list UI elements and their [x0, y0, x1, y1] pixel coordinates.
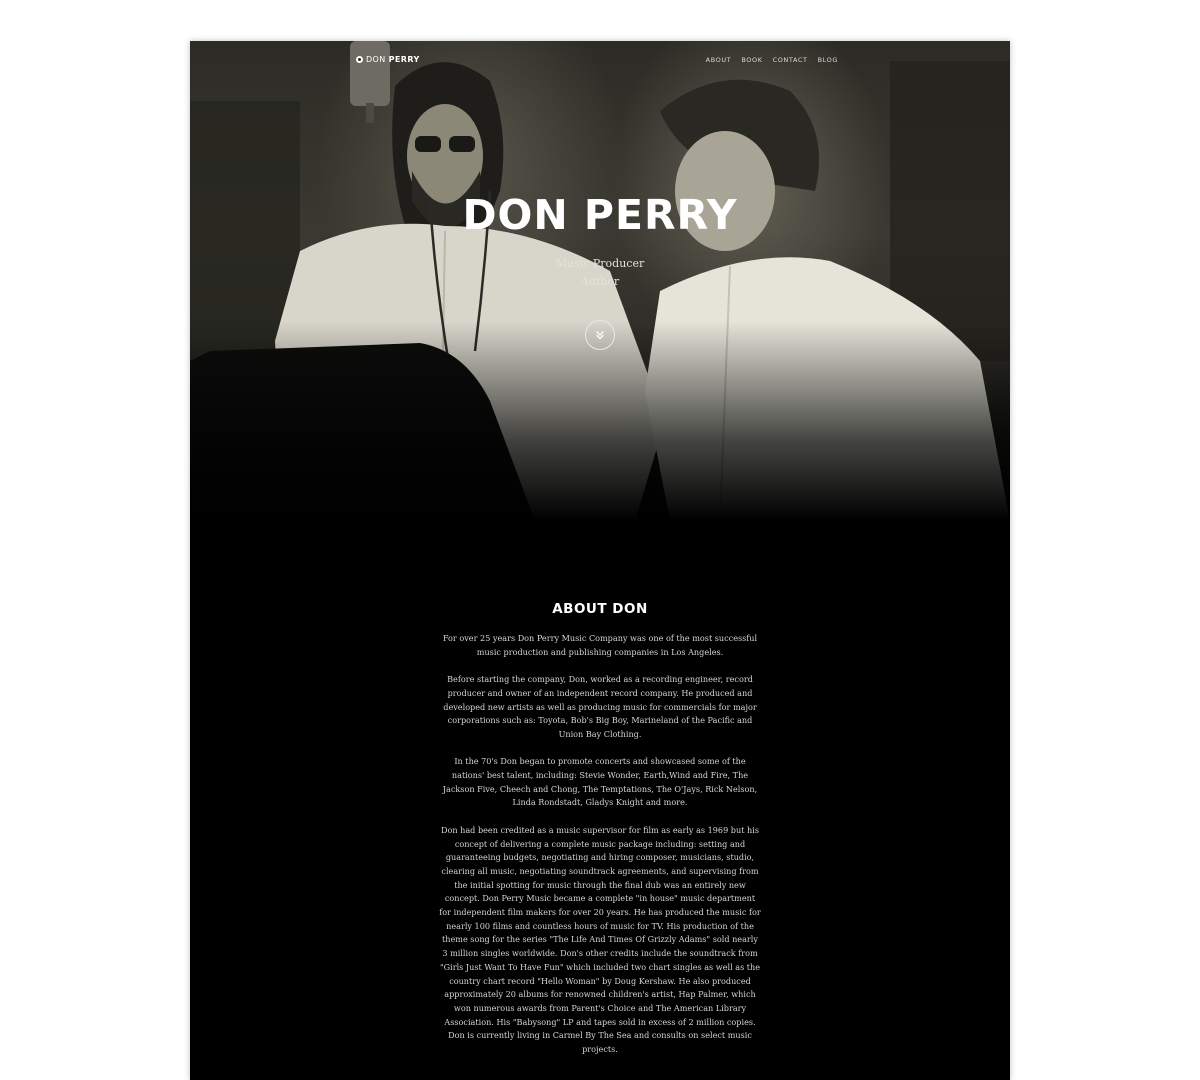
hero-subtitle-role: Music Producer — [555, 257, 645, 270]
hero-section: DON PERRY ABOUT BOOK CONTACT BLOG DON PE… — [190, 41, 1010, 521]
about-section: ABOUT DON For over 25 years Don Perry Mu… — [190, 601, 1010, 1070]
hero-subtitle-author: Author — [580, 275, 620, 288]
top-nav: DON PERRY ABOUT BOOK CONTACT BLOG — [356, 55, 838, 67]
brand-logo[interactable]: DON PERRY — [356, 55, 420, 64]
nav-item-blog[interactable]: BLOG — [818, 56, 838, 64]
nav-item-book[interactable]: BOOK — [741, 56, 762, 64]
scroll-down-button[interactable] — [585, 320, 615, 350]
about-paragraph-1: For over 25 years Don Perry Music Compan… — [442, 633, 758, 657]
nav-item-about[interactable]: ABOUT — [706, 56, 732, 64]
about-body: For over 25 years Don Perry Music Compan… — [439, 632, 761, 1057]
brand-first: DON — [366, 55, 386, 64]
chevron-double-down-icon — [596, 331, 604, 340]
nav-item-contact[interactable]: CONTACT — [773, 56, 808, 64]
nav-menu: ABOUT BOOK CONTACT BLOG — [706, 56, 838, 64]
hero-title: DON PERRY — [462, 191, 738, 239]
about-paragraph-3: In the 70's Don began to promote concert… — [442, 756, 758, 808]
about-paragraph-4: Don had been credited as a music supervi… — [439, 824, 761, 1055]
brand-second: PERRY — [388, 55, 420, 64]
record-icon — [356, 56, 363, 63]
hero-fade-overlay — [190, 321, 1010, 521]
about-title: ABOUT DON — [552, 601, 648, 617]
site-frame: DON PERRY ABOUT BOOK CONTACT BLOG DON PE… — [190, 41, 1010, 1080]
about-paragraph-2: Before starting the company, Don, worked… — [443, 674, 757, 739]
